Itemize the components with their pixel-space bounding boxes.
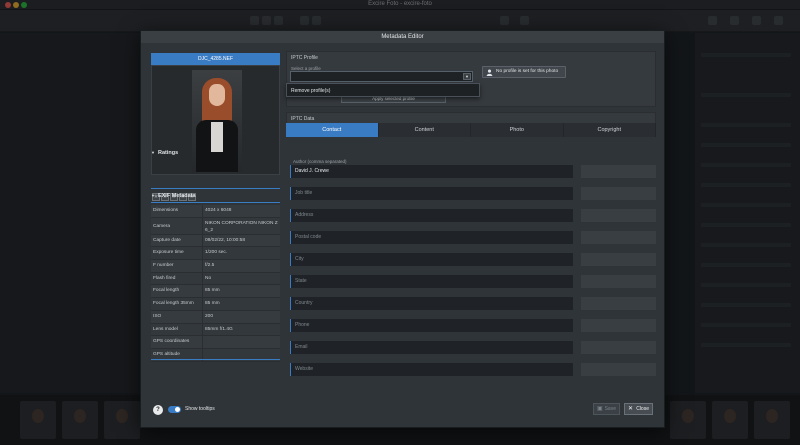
iptc-tabs: Contact Content Photo Copyright — [286, 123, 656, 137]
exif-row: F number f/2.5 — [151, 260, 280, 273]
caret-down-icon: ▼ — [151, 150, 155, 155]
help-icon[interactable]: ? — [153, 405, 163, 415]
no-profile-button[interactable]: No profile is set for this photo — [482, 66, 566, 78]
exif-key: Dimensions — [151, 205, 203, 217]
exif-row: Flash fired No — [151, 272, 280, 286]
save-icon: ▣ — [597, 406, 603, 412]
close-label: Close — [636, 406, 649, 412]
city-field[interactable]: City — [290, 253, 573, 266]
exif-value: NIKON CORPORATION NIKON Z 6_2 — [205, 220, 278, 233]
field-extra — [581, 363, 656, 376]
exif-key: Lens model — [151, 323, 203, 336]
field-extra — [581, 209, 656, 222]
close-button[interactable]: ✕ Close — [624, 403, 653, 415]
exif-label: EXIF Metadata — [157, 193, 196, 199]
divider — [151, 359, 280, 360]
field-extra — [581, 319, 656, 332]
exif-value: No — [205, 275, 212, 281]
job-title-field[interactable]: Job title — [290, 187, 573, 200]
divider — [151, 188, 280, 189]
profile-select[interactable]: ▼ — [290, 71, 473, 82]
field-extra — [581, 231, 656, 244]
email-field[interactable]: Email — [290, 341, 573, 354]
author-field[interactable]: David J. Crewe — [290, 165, 573, 178]
dropdown-arrow-icon[interactable]: ▼ — [463, 73, 471, 80]
exif-table: Dimensions 4024 x 6048 Camera NIKON CORPOR… — [151, 205, 280, 362]
exif-value: 200 — [205, 313, 214, 319]
exif-row: Capture date 08/02/22, 10:00:58 — [151, 234, 280, 248]
tab-contact[interactable]: Contact — [286, 123, 379, 137]
field-extra — [581, 297, 656, 310]
field-extra — [581, 187, 656, 200]
save-label: Save — [604, 406, 616, 412]
field-extra — [581, 275, 656, 288]
address-field[interactable]: Address — [290, 209, 573, 222]
country-field[interactable]: Country — [290, 297, 573, 310]
exif-row: Lens model 85mm f/1.4G — [151, 323, 280, 337]
exif-key: Focal length 35mm — [151, 298, 203, 310]
exif-value: 4024 x 6048 — [205, 208, 232, 213]
field-extra — [581, 341, 656, 354]
exif-value — [203, 336, 280, 348]
ratings-section-header[interactable]: ▼ Ratings — [151, 148, 280, 158]
website-field[interactable]: Website — [290, 363, 573, 376]
exif-value: 08/02/22, 10:00:58 — [205, 237, 246, 243]
metadata-editor-dialog: Metadata Editor DJC_4285.NEF ▼ Ratings ★ … — [140, 30, 665, 428]
postal-code-field[interactable]: Postal code — [290, 231, 573, 244]
iptc-profile-title: IPTC Profile — [291, 55, 318, 61]
tooltips-toggle[interactable] — [168, 406, 181, 413]
exif-section-header[interactable]: ▼ EXIF Metadata — [151, 191, 280, 201]
remove-profile-menu-item[interactable]: Remove profile(s) — [287, 84, 479, 98]
exif-row: Focal length 85 mm — [151, 285, 280, 299]
no-profile-label: No profile is set for this photo — [496, 69, 559, 74]
divider — [151, 202, 280, 203]
exif-key: F number — [151, 260, 203, 272]
dialog-title: Metadata Editor — [141, 31, 664, 43]
field-extra — [581, 165, 656, 178]
phone-field[interactable]: Phone — [290, 319, 573, 332]
exif-row: Focal length 35mm 85 mm — [151, 298, 280, 311]
exif-row: Dimensions 4024 x 6048 — [151, 205, 280, 218]
exif-value: 85 mm — [205, 301, 220, 307]
exif-value: 1/200 sec. — [205, 250, 228, 256]
exif-key: Exposure time — [151, 247, 203, 260]
exif-row: GPS coordinates — [151, 336, 280, 349]
exif-key: Flash fired — [151, 272, 203, 285]
caret-down-icon: ▼ — [151, 193, 155, 198]
exif-row: ISO 200 — [151, 310, 280, 324]
exif-row: Exposure time 1/200 sec. — [151, 247, 280, 261]
exif-key: Camera — [151, 217, 203, 234]
tab-photo[interactable]: Photo — [471, 123, 564, 137]
save-button[interactable]: ▣ Save — [593, 403, 620, 415]
tab-content[interactable]: Content — [379, 123, 471, 137]
iptc-data-panel: IPTC Data — [286, 112, 656, 123]
exif-value: f/2.5 — [205, 263, 215, 269]
exif-key: GPS coordinates — [151, 336, 203, 348]
state-field[interactable]: State — [290, 275, 573, 288]
photo-preview — [151, 65, 280, 175]
tab-copyright[interactable]: Copyright — [564, 123, 656, 137]
exif-value: 85mm f/1.4G — [205, 326, 233, 332]
exif-key: Capture date — [151, 234, 203, 247]
tooltips-label: Show tooltips — [185, 406, 215, 412]
toggle-knob — [175, 407, 180, 412]
close-icon: ✕ — [628, 406, 634, 412]
profile-dropdown-menu: Remove profile(s) — [286, 83, 480, 97]
photo-filename: DJC_4285.NEF — [151, 53, 280, 65]
exif-row: Camera NIKON CORPORATION NIKON Z 6_2 — [151, 217, 280, 235]
field-extra — [581, 253, 656, 266]
ratings-label: Ratings — [157, 150, 179, 156]
author-label: Author (comma separated) — [293, 159, 347, 164]
exif-value: 85 mm — [205, 288, 220, 294]
exif-key: Focal length — [151, 285, 203, 298]
exif-key: ISO — [151, 310, 203, 323]
user-icon — [486, 69, 493, 76]
